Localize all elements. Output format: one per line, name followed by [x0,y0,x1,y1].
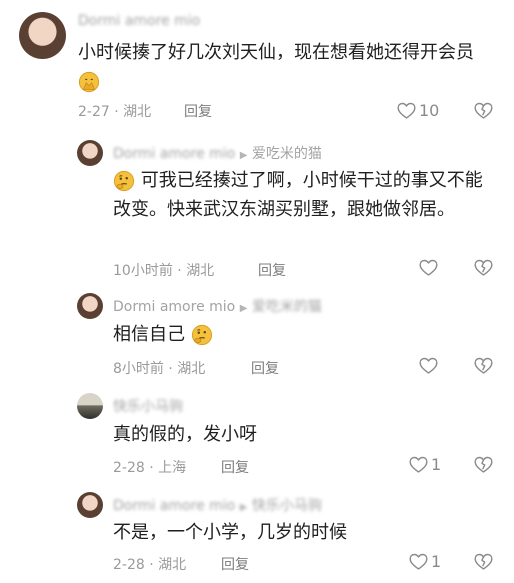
broken-heart-icon[interactable] [473,454,494,475]
broken-heart-icon[interactable] [473,355,494,376]
reply-button[interactable]: 回复 [258,260,286,280]
like-count: 1 [431,455,442,474]
heart-outline-icon[interactable] [396,100,417,121]
like-count: 1 [431,552,442,571]
broken-heart-icon[interactable] [473,257,494,278]
reply-comment-4: Dormi amore mio ▶ 快乐小马驹 不是，一个小学，几岁的时候 2-… [0,486,514,583]
reply-comment-2: Dormi amore mio ▶ 爱吃米的猫 相信自己 8小时前 · 湖北 回… [0,286,514,382]
meta: 2-28 · 上海 [113,460,187,476]
meta: 2-28 · 湖北 [113,557,187,573]
meta: 10小时前 · 湖北 [113,263,215,279]
reply-header: Dormi amore mio ▶ 快乐小马驹 [113,495,322,515]
avatar[interactable] [77,140,103,166]
reply-comment-1: Dormi amore mio ▶ 爱吃米的猫 可我已经揍过了啊，小时候干过的事… [0,130,514,280]
reply-button[interactable]: 回复 [221,457,249,477]
comment-text: 不是，一个小学，几岁的时候 [113,522,347,543]
thinking-face-emoji-icon [113,170,135,192]
heart-outline-icon[interactable] [418,355,439,376]
username[interactable]: Dormi amore mio [113,498,235,514]
reply-arrow-icon: ▶ [239,502,248,513]
pray-hands-emoji-icon [78,71,100,93]
comment-text: 小时候揍了好几次刘天仙，现在想看她还得开会员 [78,38,478,96]
avatar[interactable] [19,12,66,59]
username[interactable]: 快乐小马驹 [113,396,183,416]
reply-button[interactable]: 回复 [251,358,279,378]
heart-outline-icon[interactable] [418,257,439,278]
avatar[interactable] [77,293,103,319]
reply-header: Dormi amore mio ▶ 爱吃米的猫 [113,143,322,163]
thinking-face-emoji-icon [191,324,213,346]
comment-text: 真的假的，发小呀 [113,424,257,445]
username[interactable]: Dormi amore mio [113,146,235,162]
avatar[interactable] [77,492,103,518]
reply-button[interactable]: 回复 [184,101,212,121]
reply-arrow-icon: ▶ [239,150,248,161]
username[interactable]: Dormi amore mio [113,299,235,315]
broken-heart-icon[interactable] [473,551,494,572]
reply-arrow-icon: ▶ [239,303,248,314]
reply-to-username[interactable]: 快乐小马驹 [252,498,322,514]
meta: 8小时前 · 湖北 [113,361,206,377]
heart-outline-icon[interactable] [408,551,429,572]
comment-text: 可我已经揍过了啊，小时候干过的事又不能改变。快来武汉东湖买别墅，跟她做邻居。 [113,170,483,220]
reply-to-username[interactable]: 爱吃米的猫 [252,146,322,162]
avatar[interactable] [77,393,103,419]
reply-comment-3: 快乐小马驹 真的假的，发小呀 2-28 · 上海 回复 1 [0,388,514,480]
reply-button[interactable]: 回复 [221,554,249,574]
like-count: 10 [419,101,440,120]
broken-heart-icon[interactable] [473,100,494,121]
reply-header: Dormi amore mio ▶ 爱吃米的猫 [113,296,322,316]
comment-1: Dormi amore mio 小时候揍了好几次刘天仙，现在想看她还得开会员 2… [0,0,514,126]
comment-text: 相信自己 [113,320,213,349]
heart-outline-icon[interactable] [408,454,429,475]
reply-to-username[interactable]: 爱吃米的猫 [252,299,322,315]
meta: 2-27 · 湖北 [78,104,152,120]
username[interactable]: Dormi amore mio [78,13,200,29]
